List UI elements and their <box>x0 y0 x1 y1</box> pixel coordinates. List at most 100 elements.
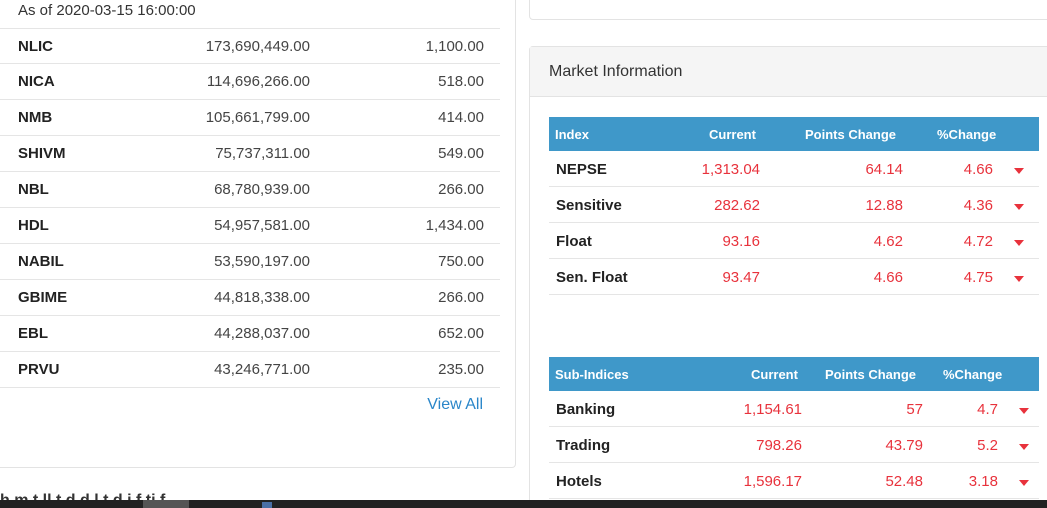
table-row: HDL 54,957,581.00 1,434.00 <box>0 208 500 244</box>
header-sub-indices: Sub-Indices <box>555 367 629 382</box>
index-table: Index Current Points Change %Change NEPS… <box>549 117 1039 295</box>
down-arrow-icon <box>1019 444 1029 450</box>
index-name: NEPSE <box>556 161 607 178</box>
turnover-amount: 44,288,037.00 <box>214 325 310 342</box>
down-arrow-icon <box>1019 408 1029 414</box>
points-change: 57 <box>906 401 923 418</box>
header-current: Current <box>751 367 798 382</box>
turnover-amount: 114,696,266.00 <box>206 73 310 90</box>
table-row: Sen. Float 93.47 4.66 4.75 <box>549 259 1039 295</box>
ltp-value: 652.00 <box>438 325 484 342</box>
turnover-amount: 68,780,939.00 <box>214 181 310 198</box>
current-value: 1,154.61 <box>743 401 802 418</box>
symbol-link[interactable]: NABIL <box>18 253 64 270</box>
table-row: Banking 1,154.61 57 4.7 <box>549 391 1039 427</box>
down-arrow-icon <box>1014 276 1024 282</box>
table-header: Sub-Indices Current Points Change %Chang… <box>549 357 1039 391</box>
table-row: Float 93.16 4.62 4.72 <box>549 223 1039 259</box>
down-arrow-icon <box>1019 480 1029 486</box>
down-arrow-icon <box>1014 240 1024 246</box>
cut-off-heading: h m t ll t d d l t d i f ti f <box>0 490 500 500</box>
turnover-amount: 173,690,449.00 <box>205 38 310 55</box>
down-arrow-icon <box>1014 204 1024 210</box>
ltp-value: 518.00 <box>438 73 484 90</box>
ltp-value: 235.00 <box>438 361 484 378</box>
symbol-link[interactable]: GBIME <box>18 289 67 306</box>
symbol-link[interactable]: SHIVM <box>18 145 66 162</box>
down-arrow-icon <box>1014 168 1024 174</box>
table-row: GBIME 44,818,338.00 266.00 <box>0 280 500 316</box>
panel-title: Market Information <box>530 47 1047 97</box>
turnover-amount: 44,818,338.00 <box>214 289 310 306</box>
current-value: 798.26 <box>756 437 802 454</box>
turnover-amount: 43,246,771.00 <box>214 361 310 378</box>
current-value: 93.47 <box>722 269 760 286</box>
as-of-timestamp: As of 2020-03-15 16:00:00 <box>18 2 196 19</box>
symbol-link[interactable]: PRVU <box>18 361 59 378</box>
symbol-link[interactable]: NBL <box>18 181 49 198</box>
pct-change: 4.66 <box>963 161 993 178</box>
sub-index-name: Banking <box>556 401 616 418</box>
bottom-bar-marker <box>262 502 272 508</box>
table-row: NICA 114,696,266.00 518.00 <box>0 64 500 100</box>
ltp-value: 414.00 <box>438 109 484 126</box>
current-value: 1,313.04 <box>701 161 760 178</box>
ltp-value: 266.00 <box>438 181 484 198</box>
sub-index-name: Trading <box>556 437 611 454</box>
turnover-table: NLIC 173,690,449.00 1,100.00 NICA 114,69… <box>0 28 500 388</box>
index-name: Sensitive <box>556 197 622 214</box>
ltp-value: 1,100.00 <box>425 38 484 55</box>
table-row: Trading 798.26 43.79 5.2 <box>549 427 1039 463</box>
pct-change: 4.7 <box>977 401 998 418</box>
table-row: EBL 44,288,037.00 652.00 <box>0 316 500 352</box>
sub-index-name: Hotels <box>556 473 602 490</box>
index-name: Sen. Float <box>556 269 628 286</box>
points-change: 43.79 <box>885 437 923 454</box>
pct-change: 4.72 <box>963 233 993 250</box>
points-change: 12.88 <box>865 197 903 214</box>
header-index: Index <box>555 127 589 142</box>
sub-indices-table: Sub-Indices Current Points Change %Chang… <box>549 357 1039 499</box>
header-pct-change: %Change <box>943 367 1003 382</box>
table-row: NABIL 53,590,197.00 750.00 <box>0 244 500 280</box>
ltp-value: 549.00 <box>438 145 484 162</box>
turnover-amount: 53,590,197.00 <box>214 253 310 270</box>
ltp-value: 266.00 <box>438 289 484 306</box>
current-value: 282.62 <box>714 197 760 214</box>
bottom-bar-segment <box>143 500 189 508</box>
ltp-value: 750.00 <box>438 253 484 270</box>
view-all-link[interactable]: View All <box>427 396 483 414</box>
top-turnover-panel: As of 2020-03-15 16:00:00 NLIC 173,690,4… <box>0 0 516 468</box>
points-change: 4.62 <box>873 233 903 250</box>
current-value: 93.16 <box>722 233 760 250</box>
table-header: Index Current Points Change %Change <box>549 117 1039 151</box>
market-information-panel: Market Information Index Current Points … <box>529 46 1047 508</box>
table-row: PRVU 43,246,771.00 235.00 <box>0 352 500 388</box>
symbol-link[interactable]: NMB <box>18 109 52 126</box>
header-points-change: Points Change <box>805 127 897 142</box>
table-row: Sensitive 282.62 12.88 4.36 <box>549 187 1039 223</box>
table-row: NLIC 173,690,449.00 1,100.00 <box>0 28 500 64</box>
table-row: NEPSE 1,313.04 64.14 4.66 <box>549 151 1039 187</box>
ltp-value: 1,434.00 <box>425 217 484 234</box>
table-row: NBL 68,780,939.00 266.00 <box>0 172 500 208</box>
points-change: 4.66 <box>873 269 903 286</box>
points-change: 64.14 <box>865 161 903 178</box>
symbol-link[interactable]: HDL <box>18 217 49 234</box>
symbol-link[interactable]: NLIC <box>18 38 53 55</box>
turnover-amount: 75,737,311.00 <box>215 145 310 162</box>
symbol-link[interactable]: NICA <box>18 73 55 90</box>
table-row: NMB 105,661,799.00 414.00 <box>0 100 500 136</box>
symbol-link[interactable]: EBL <box>18 325 48 342</box>
top-card <box>529 0 1047 20</box>
pct-change: 5.2 <box>977 437 998 454</box>
turnover-amount: 54,957,581.00 <box>214 217 310 234</box>
bottom-bar <box>0 500 1047 508</box>
pct-change: 3.18 <box>968 473 998 490</box>
index-name: Float <box>556 233 592 250</box>
pct-change: 4.75 <box>963 269 993 286</box>
table-row: Hotels 1,596.17 52.48 3.18 <box>549 463 1039 499</box>
header-points-change: Points Change <box>825 367 917 382</box>
pct-change: 4.36 <box>963 197 993 214</box>
table-row: SHIVM 75,737,311.00 549.00 <box>0 136 500 172</box>
